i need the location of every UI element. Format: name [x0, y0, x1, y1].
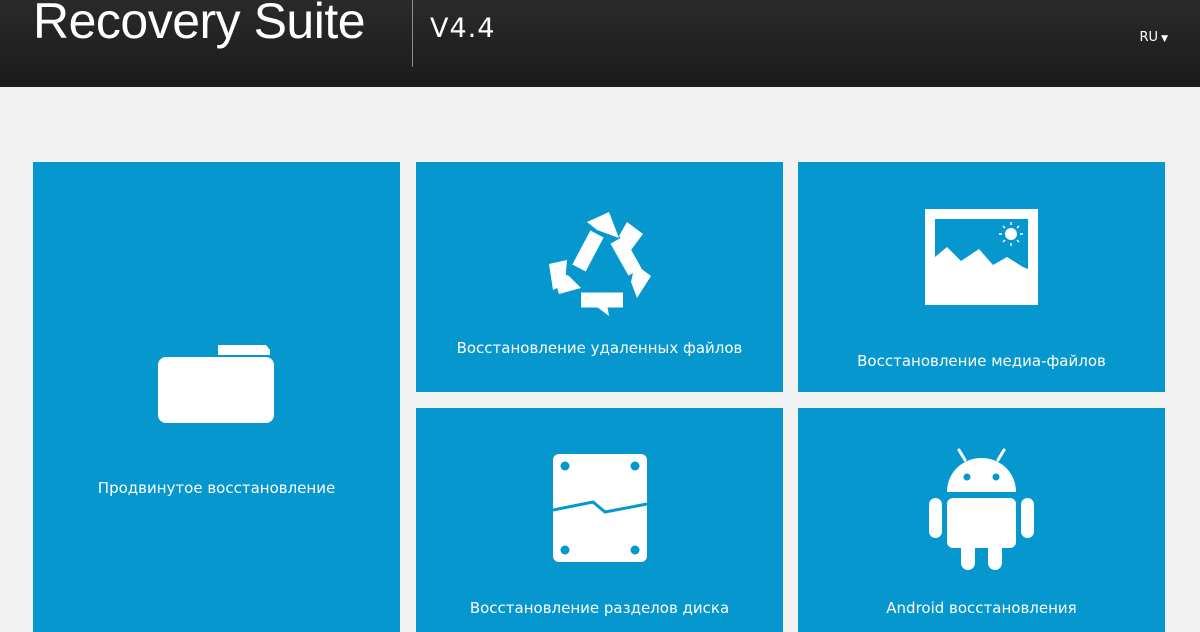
tile-partition-recovery[interactable]: Восстановление разделов диска — [416, 408, 783, 632]
dropdown-arrow-icon: ▼ — [1161, 34, 1168, 44]
title-divider — [412, 0, 413, 67]
tile-label: Восстановление медиа-файлов — [857, 352, 1106, 370]
broken-disk-icon — [553, 454, 647, 562]
app-version: V4.4 — [430, 13, 496, 44]
tile-label: Восстановление удаленных файлов — [456, 339, 743, 357]
language-label: RU — [1139, 30, 1159, 45]
android-icon — [929, 448, 1034, 570]
language-selector[interactable]: RU ▼ — [1140, 30, 1168, 45]
tile-advanced-recovery[interactable]: Продвинутое восстановление — [33, 162, 400, 632]
tile-deleted-files-recovery[interactable]: Восстановление удаленных файлов — [416, 162, 783, 392]
recycle-icon — [549, 212, 651, 316]
app-header: Recovery Suite V4.4 RU ▼ — [0, 0, 1200, 87]
tile-label: Продвинутое восстановление — [97, 479, 336, 497]
tile-label: Восстановление разделов диска — [469, 599, 730, 617]
app-title: Recovery Suite — [33, 0, 366, 49]
picture-icon — [925, 209, 1038, 305]
tile-android-recovery[interactable]: Android восстановления — [798, 408, 1165, 632]
tile-media-recovery[interactable]: Восстановление медиа-файлов — [798, 162, 1165, 392]
folder-icon — [158, 345, 274, 423]
tile-label: Android восстановления — [886, 599, 1077, 617]
